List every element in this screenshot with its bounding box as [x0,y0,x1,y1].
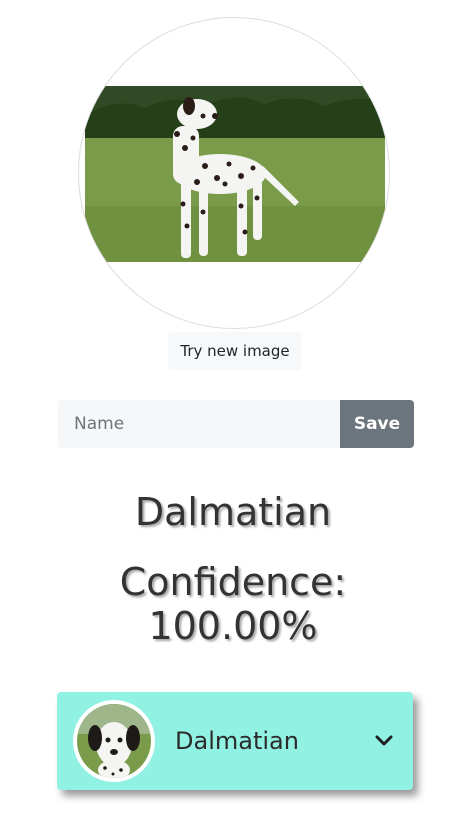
save-button[interactable]: Save [340,400,414,448]
uploaded-photo-frame [78,17,390,329]
app-page: Try new image Save Dalmatian Confidence:… [0,0,466,826]
prediction-confidence: Confidence: 100.00% [0,560,466,648]
confidence-text: Confidence: 100.00% [119,560,347,648]
predicted-breed: Dalmatian [134,490,332,534]
try-new-image-button[interactable]: Try new image [168,332,302,370]
chevron-down-icon[interactable] [373,732,395,750]
breed-avatar [73,700,155,782]
breed-thumbnail-image [77,704,151,778]
breed-card-label: Dalmatian [175,727,299,755]
name-input[interactable] [58,400,340,448]
dalmatian-photo [85,86,385,262]
save-name-form: Save [58,400,414,448]
breed-result-card[interactable]: Dalmatian [57,692,413,790]
